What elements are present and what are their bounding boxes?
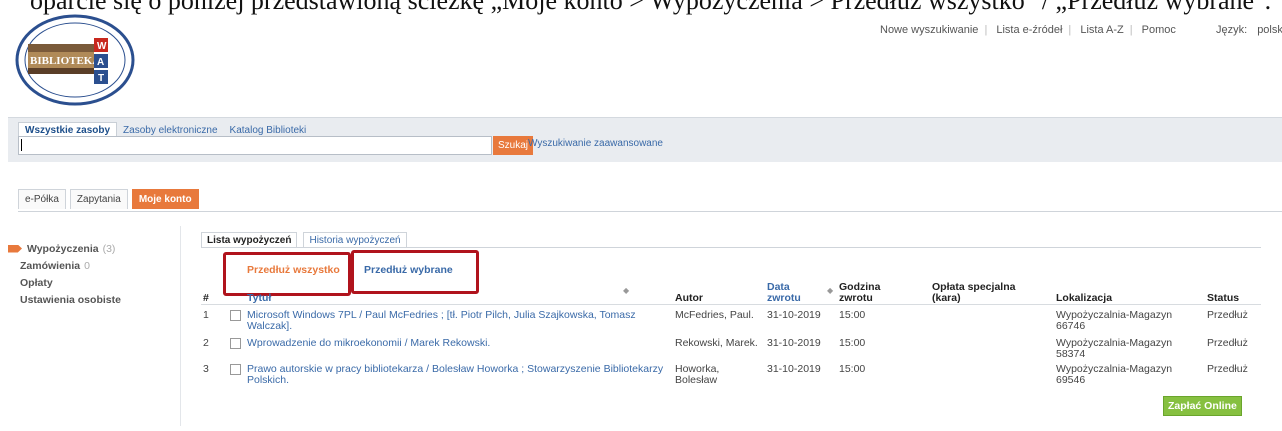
- row-checkbox[interactable]: [230, 310, 241, 321]
- sort-icon[interactable]: ◆: [827, 286, 833, 295]
- a-z-list-link[interactable]: Lista A-Z: [1080, 24, 1123, 36]
- loans-tabs: Lista wypożyczeń Historia wypożyczeń: [201, 232, 413, 248]
- row-author: Howorka, Bolesław: [675, 363, 720, 386]
- search-button[interactable]: Szukaj: [493, 136, 534, 155]
- loans-panel: Lista wypożyczeń Historia wypożyczeń Prz…: [180, 226, 1263, 426]
- row-status[interactable]: Przedłuż: [1207, 338, 1248, 349]
- logo-letter-w: W: [97, 41, 107, 52]
- logo-letter-t: T: [98, 73, 104, 84]
- row-location: Wypożyczalnia-Magazyn 66746: [1056, 309, 1173, 332]
- language-label: Język:: [1216, 24, 1248, 36]
- tab-e-shelf[interactable]: e-Półka: [18, 189, 66, 209]
- row-title-link[interactable]: Microsoft Windows 7PL / Paul McFedries ;…: [247, 310, 677, 332]
- sidebar-item-label: Opłaty: [20, 276, 53, 289]
- logo-main-text: BIBLIOTEKA: [30, 55, 100, 67]
- row-due-date: 31-10-2019: [767, 337, 821, 349]
- search-area: Wszystkie zasoby Zasoby elektroniczne Ka…: [8, 117, 1282, 162]
- sort-icon[interactable]: ◆: [623, 286, 629, 295]
- highlight-box-renew-selected: [351, 250, 479, 294]
- sidebar-item-loans[interactable]: Wypożyczenia (3): [8, 240, 168, 257]
- row-status[interactable]: Przedłuż: [1207, 310, 1248, 321]
- row-checkbox[interactable]: [230, 338, 241, 349]
- row-number: 3: [203, 363, 209, 375]
- table-row: 1 Microsoft Windows 7PL / Paul McFedries…: [201, 308, 1261, 334]
- row-due-time: 15:00: [839, 363, 866, 375]
- sidebar-item-label: Zamówienia: [20, 259, 81, 272]
- sidebar-item-fees[interactable]: Opłaty: [8, 274, 168, 291]
- account-sidebar: Wypożyczenia (3) Zamówienia 0 Opłaty Ust…: [8, 240, 168, 308]
- table-row: 2 Wprowadzenie do mikroekonomii / Marek …: [201, 336, 1261, 362]
- tab-divider: [18, 211, 1282, 212]
- tab-loan-list[interactable]: Lista wypożyczeń: [201, 232, 298, 248]
- row-author: McFedries, Paul.: [675, 309, 754, 321]
- row-location: Wypożyczalnia-Magazyn 58374: [1056, 337, 1173, 360]
- col-header-location: Lokalizacja: [1056, 292, 1113, 304]
- library-logo[interactable]: BIBLIOTEKA W A T: [14, 14, 136, 106]
- row-title-link[interactable]: Prawo autorskie w pracy bibliotekarza / …: [247, 364, 667, 386]
- new-search-link[interactable]: Nowe wyszukiwanie: [880, 24, 978, 36]
- tab-my-account[interactable]: Moje konto: [131, 189, 199, 209]
- row-location: Wypożyczalnia-Magazyn 69546: [1056, 363, 1173, 386]
- help-link[interactable]: Pomoc: [1142, 24, 1176, 36]
- sidebar-item-settings[interactable]: Ustawienia osobiste: [8, 291, 168, 308]
- row-number: 2: [203, 337, 209, 349]
- row-due-date: 31-10-2019: [767, 309, 821, 321]
- logo-letter-a: A: [97, 57, 104, 68]
- row-due-date: 31-10-2019: [767, 363, 821, 375]
- sidebar-item-label: Wypożyczenia: [27, 242, 99, 255]
- row-status[interactable]: Przedłuż: [1207, 364, 1248, 375]
- row-author: Rekowski, Marek.: [675, 337, 758, 349]
- search-input[interactable]: [18, 136, 492, 155]
- row-title-link[interactable]: Wprowadzenie do mikroekonomii / Marek Re…: [247, 338, 677, 349]
- col-header-author: Autor: [675, 292, 703, 304]
- tab-queries[interactable]: Zapytania: [69, 189, 128, 209]
- pay-online-button[interactable]: Zapłać Online: [1163, 396, 1242, 416]
- row-due-time: 15:00: [839, 309, 866, 321]
- language-selector[interactable]: Język: polski: [1216, 24, 1282, 36]
- tab-loan-history[interactable]: Historia wypożyczeń: [303, 232, 407, 248]
- col-header-title[interactable]: Tytuł: [247, 293, 271, 304]
- tabs-divider: [201, 247, 1261, 248]
- sidebar-item-orders[interactable]: Zamówienia 0: [8, 257, 168, 274]
- sidebar-item-count: (3): [102, 242, 116, 255]
- language-value[interactable]: polski: [1257, 24, 1282, 36]
- col-header-status: Status: [1207, 292, 1240, 304]
- header-divider: [201, 304, 1261, 305]
- sidebar-item-label: Ustawienia osobiste: [20, 293, 121, 306]
- sidebar-item-count: 0: [84, 259, 90, 272]
- highlight-box-renew-all: [223, 252, 351, 296]
- e-sources-link[interactable]: Lista e-źródeł: [996, 24, 1062, 36]
- main-tabs: e-Półka Zapytania Moje konto: [18, 189, 203, 209]
- row-number: 1: [203, 309, 209, 321]
- top-navigation: Nowe wyszukiwanie | Lista e-źródeł | Lista…: [880, 24, 1176, 36]
- instruction-caption: oparcie się o poniżej przedstawioną ście…: [30, 0, 1272, 15]
- advanced-search-link[interactable]: Wyszukiwanie zaawansowane: [528, 138, 663, 149]
- table-row: 3 Prawo autorskie w pracy bibliotekarza …: [201, 362, 1261, 388]
- row-checkbox[interactable]: [230, 364, 241, 375]
- col-header-fee: Opłata specjalna (kara): [932, 281, 1016, 304]
- arrow-right-icon: [8, 244, 22, 253]
- row-due-time: 15:00: [839, 337, 866, 349]
- col-header-num: #: [203, 292, 209, 304]
- col-header-due-date[interactable]: Data zwrotu: [767, 282, 807, 304]
- col-header-due-time: Godzina zwrotu: [839, 281, 881, 304]
